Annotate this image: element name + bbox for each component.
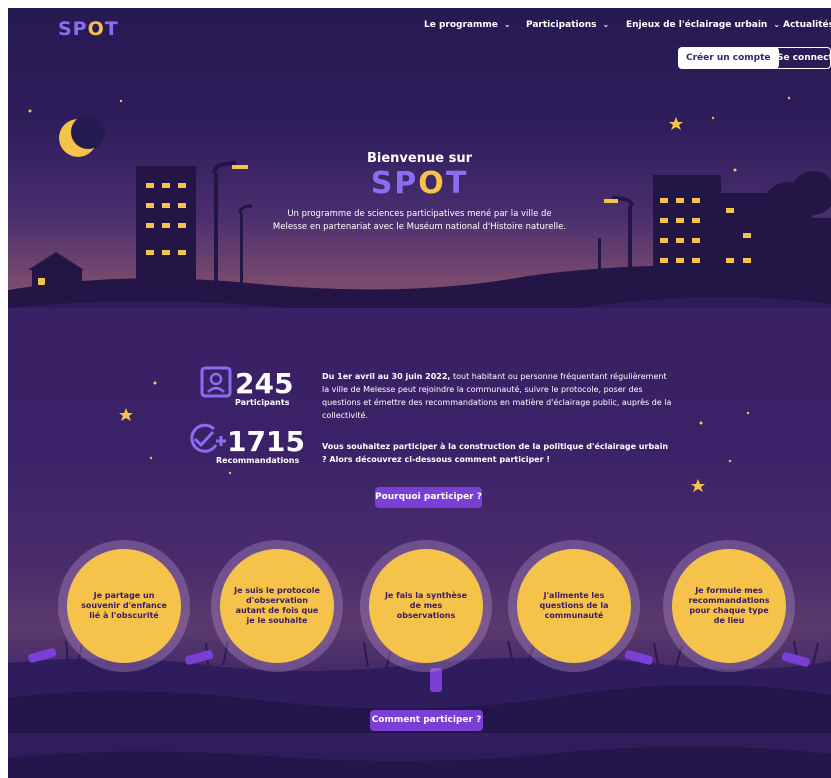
menu-le-programme[interactable]: Le programme ⌄ bbox=[424, 20, 511, 30]
participants-count: 245 bbox=[235, 367, 294, 400]
menu-participations[interactable]: Participations ⌄ bbox=[526, 20, 609, 30]
why-participate-button[interactable]: Pourquoi participer ? bbox=[375, 487, 482, 508]
brand-title: SPOT bbox=[370, 166, 469, 201]
step-circle-2[interactable]: Je suis le protocole d'observation autan… bbox=[211, 540, 343, 672]
logo-o: O bbox=[87, 18, 105, 40]
step-circle-3[interactable]: Je fais la synthèse de mes observations bbox=[360, 540, 492, 672]
check-plus-icon bbox=[190, 423, 226, 453]
program-description: Du 1er avril au 30 juin 2022, tout habit… bbox=[322, 372, 672, 420]
site-logo[interactable]: SPOT bbox=[58, 18, 119, 40]
page-frame: SPOT Le programme ⌄ Participations ⌄ Enjeu… bbox=[8, 8, 831, 778]
welcome-heading: Bienvenue sur bbox=[367, 151, 472, 166]
intro-text: Un programme de sciences participatives … bbox=[272, 209, 567, 232]
step-circle-4[interactable]: J'alimente les questions de la communaut… bbox=[508, 540, 640, 672]
step-3: Je fais la synthèse de mes observations bbox=[369, 549, 483, 663]
chevron-down-icon: ⌄ bbox=[602, 20, 610, 29]
participants-label: Participants bbox=[235, 398, 290, 407]
menu-actualites[interactable]: Actualités bbox=[783, 20, 831, 30]
how-to-participate-button[interactable]: Comment participer ? bbox=[370, 710, 483, 731]
user-id-icon bbox=[200, 366, 232, 398]
create-account-button[interactable]: Créer un compte bbox=[678, 47, 779, 69]
step-5: Je formule mes recommandations pour chaq… bbox=[672, 549, 786, 663]
recommendations-count: 1715 bbox=[227, 425, 305, 458]
login-button[interactable]: Se connecte bbox=[771, 47, 831, 69]
recommendations-label: Recommandations bbox=[216, 456, 300, 465]
step-4: J'alimente les questions de la communaut… bbox=[517, 549, 631, 663]
step-circle-5[interactable]: Je formule mes recommandations pour chaq… bbox=[663, 540, 795, 672]
menu-enjeux[interactable]: Enjeux de l'éclairage urbain ⌄ bbox=[626, 20, 780, 30]
step-2: Je suis le protocole d'observation autan… bbox=[220, 549, 334, 663]
chevron-down-icon: ⌄ bbox=[773, 20, 781, 29]
step-1: Je partage un souvenir d'enfance lié à l… bbox=[67, 549, 181, 663]
hero-section: SPOT Le programme ⌄ Participations ⌄ Enjeu… bbox=[8, 8, 831, 343]
step-circle-1[interactable]: Je partage un souvenir d'enfance lié à l… bbox=[58, 540, 190, 672]
bottom-wave bbox=[8, 746, 831, 778]
call-to-action-text: Vous souhaitez participer à la construct… bbox=[322, 442, 669, 464]
participation-section: 245 Participants 1715 Recommandations Du… bbox=[8, 308, 831, 778]
chevron-down-icon: ⌄ bbox=[503, 20, 511, 29]
